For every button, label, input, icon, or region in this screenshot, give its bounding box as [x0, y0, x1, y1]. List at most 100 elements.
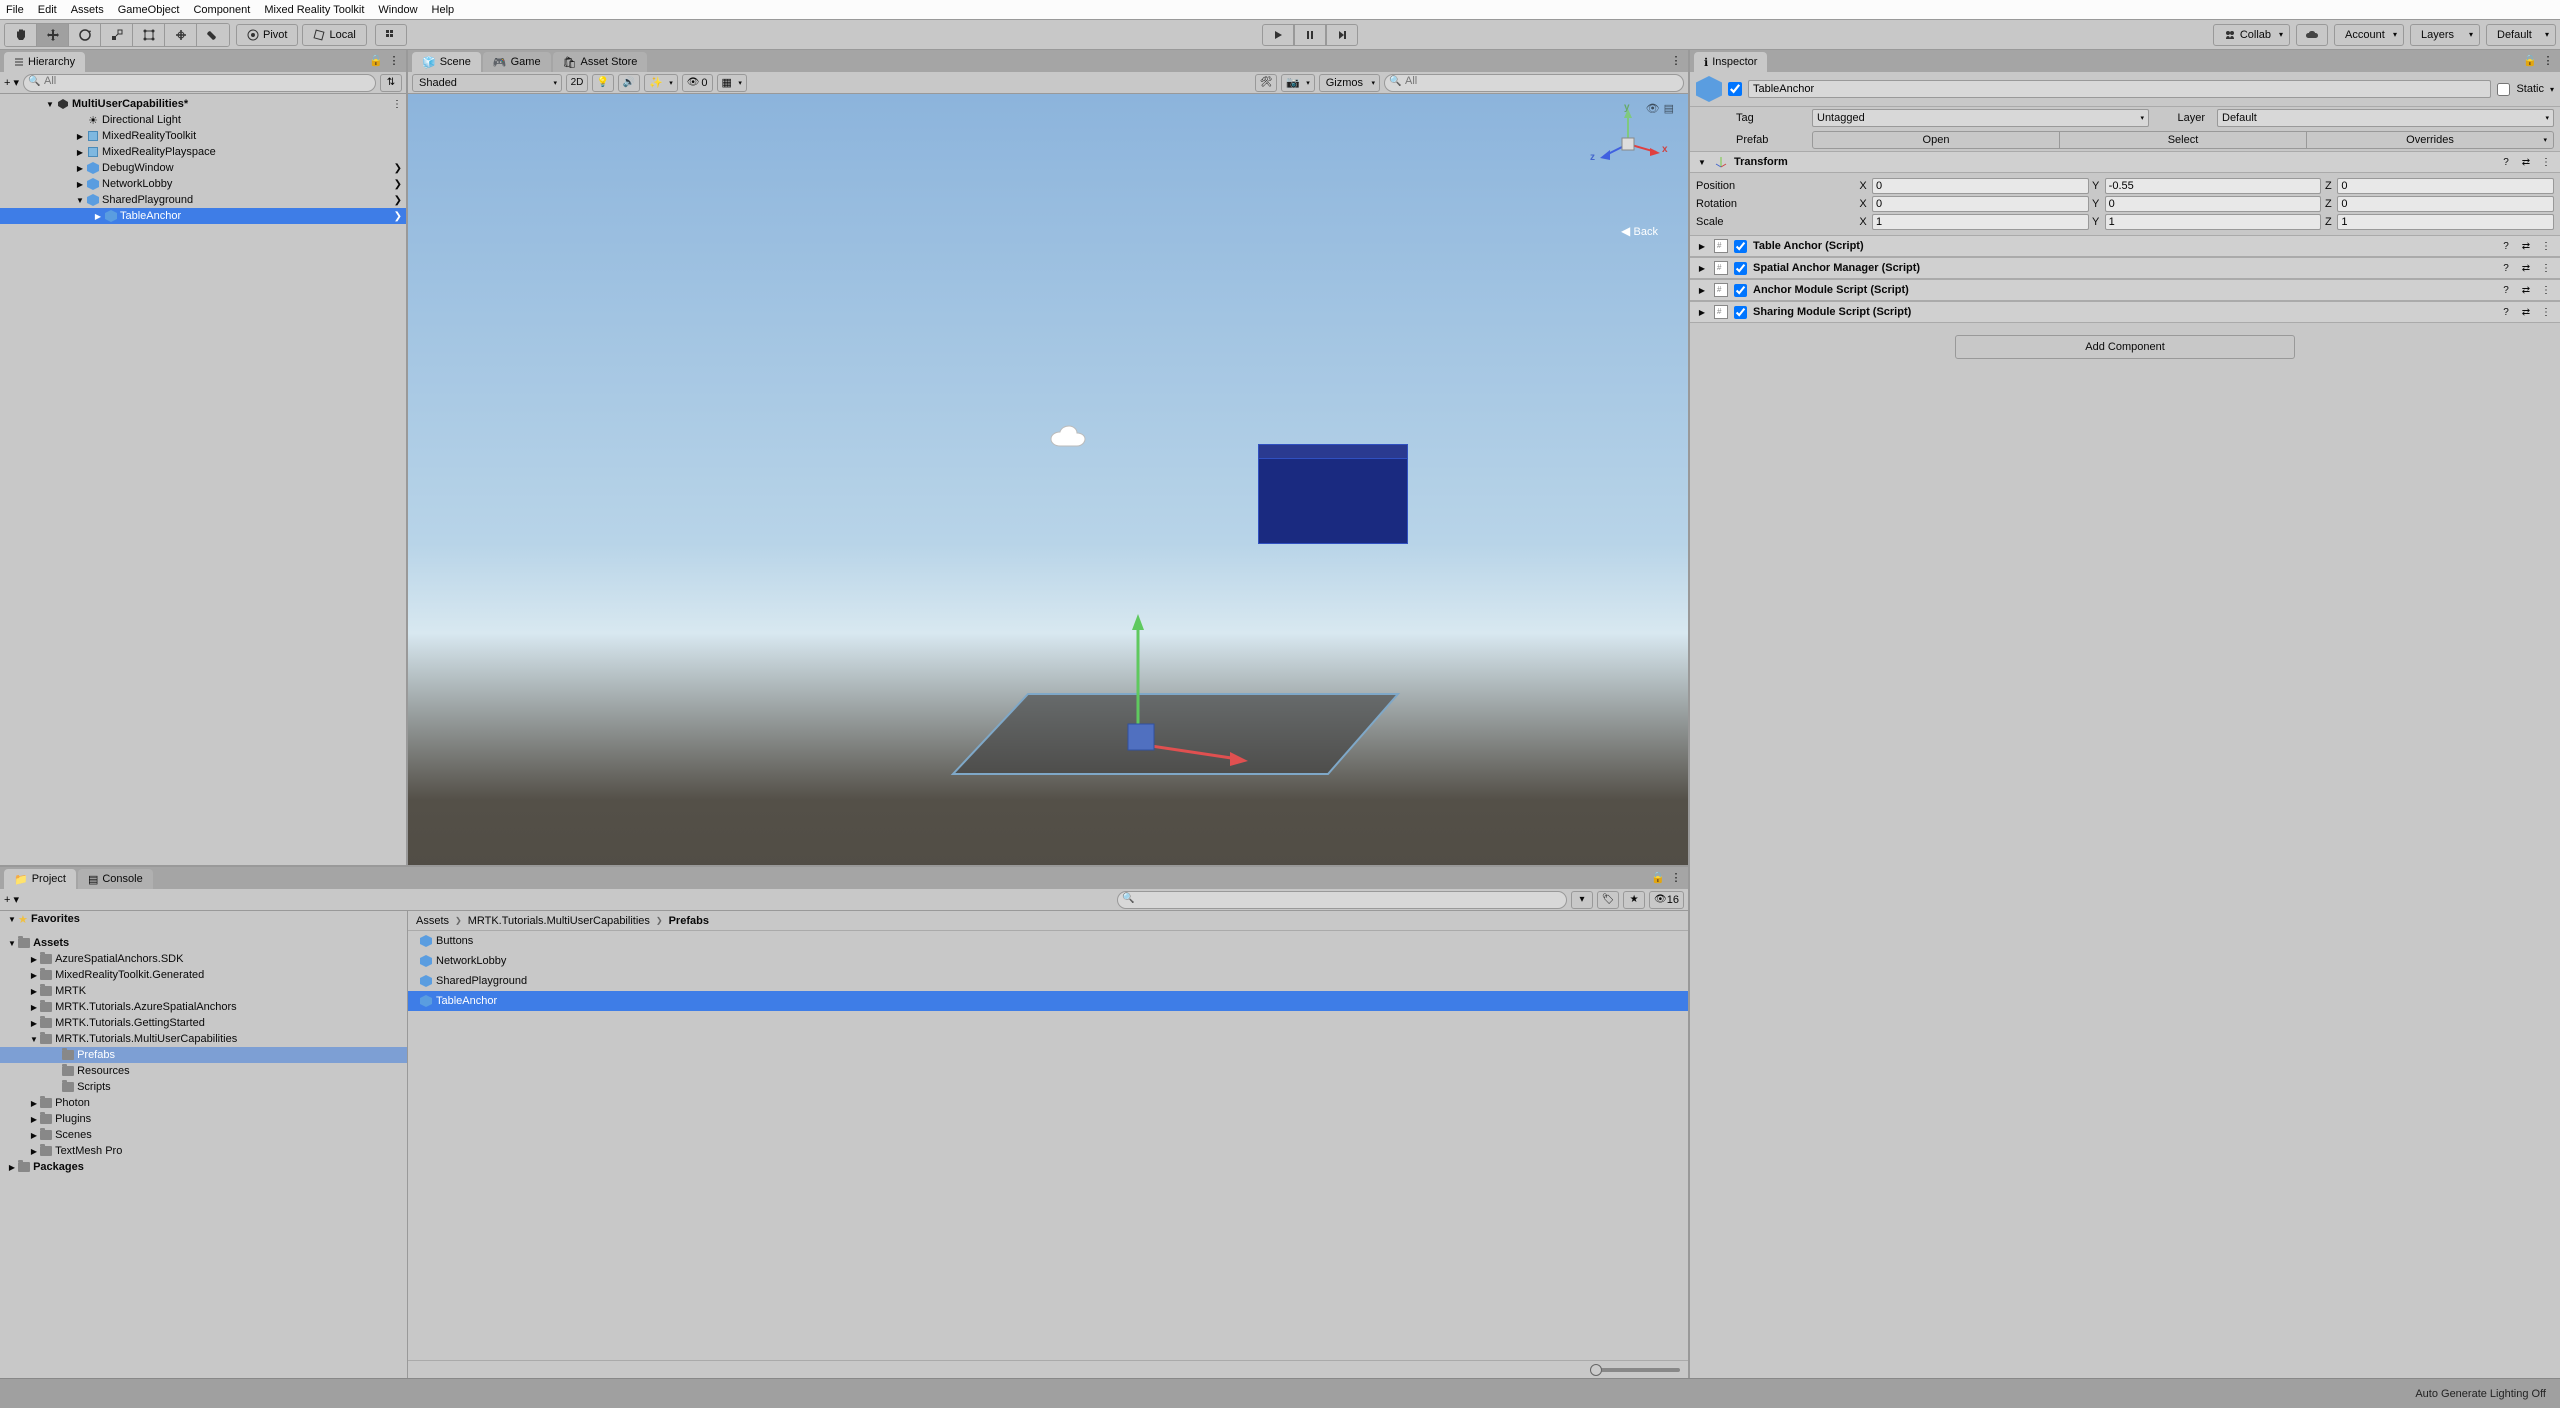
foldout-icon[interactable]: ▶	[28, 985, 40, 997]
component-enabled-checkbox[interactable]	[1734, 240, 1747, 253]
hidden-count[interactable]: 👁 0	[682, 74, 713, 92]
hierarchy-item[interactable]: ▶MixedRealityToolkit	[0, 128, 406, 144]
foldout-icon[interactable]: ▶	[28, 1017, 40, 1029]
project-folder[interactable]: Scripts	[0, 1079, 407, 1095]
hierarchy-item[interactable]: ▶MixedRealityPlayspace	[0, 144, 406, 160]
pivot-toggle[interactable]: Pivot	[236, 24, 298, 46]
project-search[interactable]	[1117, 891, 1567, 909]
inspector-menu-icon[interactable]: ⋮	[2540, 52, 2556, 68]
camera-dropdown[interactable]: 📷	[1281, 74, 1315, 92]
layout-dropdown[interactable]: Default	[2486, 24, 2556, 46]
foldout-icon[interactable]: ▶	[28, 1001, 40, 1013]
step-button[interactable]	[1326, 24, 1358, 46]
mode-2d-toggle[interactable]: 2D	[566, 74, 588, 92]
create-dropdown[interactable]: + ▾	[4, 76, 19, 89]
project-folder[interactable]: Resources	[0, 1063, 407, 1079]
preset-icon[interactable]: ⇄	[2518, 282, 2534, 298]
foldout-icon[interactable]: ▶	[1696, 306, 1708, 318]
position-x-input[interactable]	[1872, 178, 2089, 194]
preset-icon[interactable]: ⇄	[2518, 154, 2534, 170]
packages-row[interactable]: ▶ Packages	[0, 1159, 407, 1175]
chevron-right-icon[interactable]: ❯	[394, 163, 402, 174]
component-header[interactable]: ▶#Table Anchor (Script)?⇄⋮	[1690, 235, 2560, 257]
hand-tool[interactable]	[5, 24, 37, 46]
tab-game[interactable]: 🎮Game	[483, 52, 551, 72]
tag-dropdown[interactable]: Untagged	[1812, 109, 2149, 127]
help-icon[interactable]: ?	[2498, 238, 2514, 254]
project-folder[interactable]: ▶ Photon	[0, 1095, 407, 1111]
component-enabled-checkbox[interactable]	[1734, 306, 1747, 319]
asset-item[interactable]: Buttons	[408, 931, 1688, 951]
project-create-dropdown[interactable]: + ▾	[4, 893, 19, 906]
play-button[interactable]	[1262, 24, 1294, 46]
tools-icon[interactable]: 🛠	[1255, 74, 1277, 92]
transform-header[interactable]: ▼ Transform ?⇄⋮	[1690, 151, 2560, 173]
foldout-icon[interactable]: ▶	[28, 1113, 40, 1125]
project-folder[interactable]: ▶ MRTK.Tutorials.GettingStarted	[0, 1015, 407, 1031]
component-menu-icon[interactable]: ⋮	[2538, 260, 2554, 276]
y-label[interactable]: Y	[2089, 180, 2103, 192]
cloud-button[interactable]	[2296, 24, 2328, 46]
lighting-toggle[interactable]: 💡	[592, 74, 614, 92]
rotation-z-input[interactable]	[2337, 196, 2554, 212]
foldout-icon[interactable]: ▶	[28, 969, 40, 981]
foldout-icon[interactable]: ▶	[74, 178, 86, 190]
snap-toggle[interactable]	[375, 24, 407, 46]
scene-maximize-icon[interactable]: ⋮	[1668, 52, 1684, 68]
filter-fav-icon[interactable]: ★	[1623, 891, 1645, 909]
foldout-icon[interactable]: ▼	[1696, 156, 1708, 168]
inspector-lock-icon[interactable]: 🔒	[2522, 52, 2538, 68]
position-z-input[interactable]	[2337, 178, 2554, 194]
assets-row[interactable]: ▼ Assets	[0, 935, 407, 951]
lighting-status[interactable]: Auto Generate Lighting Off	[2415, 1388, 2546, 1400]
component-enabled-checkbox[interactable]	[1734, 262, 1747, 275]
preset-icon[interactable]: ⇄	[2518, 238, 2534, 254]
project-folder[interactable]: ▶ MixedRealityToolkit.Generated	[0, 967, 407, 983]
hierarchy-search[interactable]	[23, 74, 376, 92]
foldout-icon[interactable]: ▶	[74, 146, 86, 158]
component-header[interactable]: ▶#Spatial Anchor Manager (Script)?⇄⋮	[1690, 257, 2560, 279]
hierarchy-item[interactable]: ▶DebugWindow❯	[0, 160, 406, 176]
help-icon[interactable]: ?	[2498, 304, 2514, 320]
preset-icon[interactable]: ⇄	[2518, 304, 2534, 320]
z-label[interactable]: Z	[2321, 180, 2335, 192]
project-folder[interactable]: ▶ Plugins	[0, 1111, 407, 1127]
menu-edit[interactable]: Edit	[38, 4, 57, 16]
breadcrumb-item[interactable]: Prefabs	[669, 915, 709, 927]
foldout-icon[interactable]: ▶	[1696, 284, 1708, 296]
menu-component[interactable]: Component	[193, 4, 250, 16]
custom-tool[interactable]	[197, 24, 229, 46]
component-header[interactable]: ▶#Sharing Module Script (Script)?⇄⋮	[1690, 301, 2560, 323]
hierarchy-item[interactable]: ☀Directional Light	[0, 112, 406, 128]
multi-tool[interactable]	[165, 24, 197, 46]
breadcrumb-item[interactable]: Assets	[416, 915, 449, 927]
foldout-icon[interactable]: ▶	[28, 953, 40, 965]
asset-item[interactable]: NetworkLobby	[408, 951, 1688, 971]
hierarchy-lock-icon[interactable]: 🔒	[368, 52, 384, 68]
active-checkbox[interactable]	[1728, 82, 1742, 96]
favorites-row[interactable]: ▼★ Favorites	[0, 911, 407, 927]
menu-gameobject[interactable]: GameObject	[118, 4, 180, 16]
project-folder[interactable]: Prefabs	[0, 1047, 407, 1063]
rect-tool[interactable]	[133, 24, 165, 46]
component-header[interactable]: ▶#Anchor Module Script (Script)?⇄⋮	[1690, 279, 2560, 301]
scene-search-input[interactable]	[1405, 75, 1675, 87]
add-component-button[interactable]: Add Component	[1955, 335, 2295, 359]
foldout-icon[interactable]: ▶	[1696, 262, 1708, 274]
local-toggle[interactable]: Local	[302, 24, 366, 46]
component-menu-icon[interactable]: ⋮	[2538, 238, 2554, 254]
menu-mrtk[interactable]: Mixed Reality Toolkit	[264, 4, 364, 16]
hierarchy-filter-icon[interactable]: ⇅	[380, 74, 402, 92]
tab-inspector[interactable]: ℹInspector	[1694, 52, 1767, 72]
project-folder[interactable]: ▶ TextMesh Pro	[0, 1143, 407, 1159]
filter-type-icon[interactable]: ▾	[1571, 891, 1593, 909]
layer-dropdown[interactable]: Default	[2217, 109, 2554, 127]
scene-search[interactable]	[1384, 74, 1684, 92]
breadcrumb-item[interactable]: MRTK.Tutorials.MultiUserCapabilities	[468, 915, 650, 927]
position-y-input[interactable]	[2105, 178, 2322, 194]
gizmos-dropdown[interactable]: Gizmos	[1319, 74, 1380, 92]
preset-icon[interactable]: ⇄	[2518, 260, 2534, 276]
scene-row[interactable]: ▼ MultiUserCapabilities* ⋮	[0, 96, 406, 112]
hierarchy-item[interactable]: ▶TableAnchor❯	[0, 208, 406, 224]
x-label[interactable]: X	[1856, 180, 1870, 192]
